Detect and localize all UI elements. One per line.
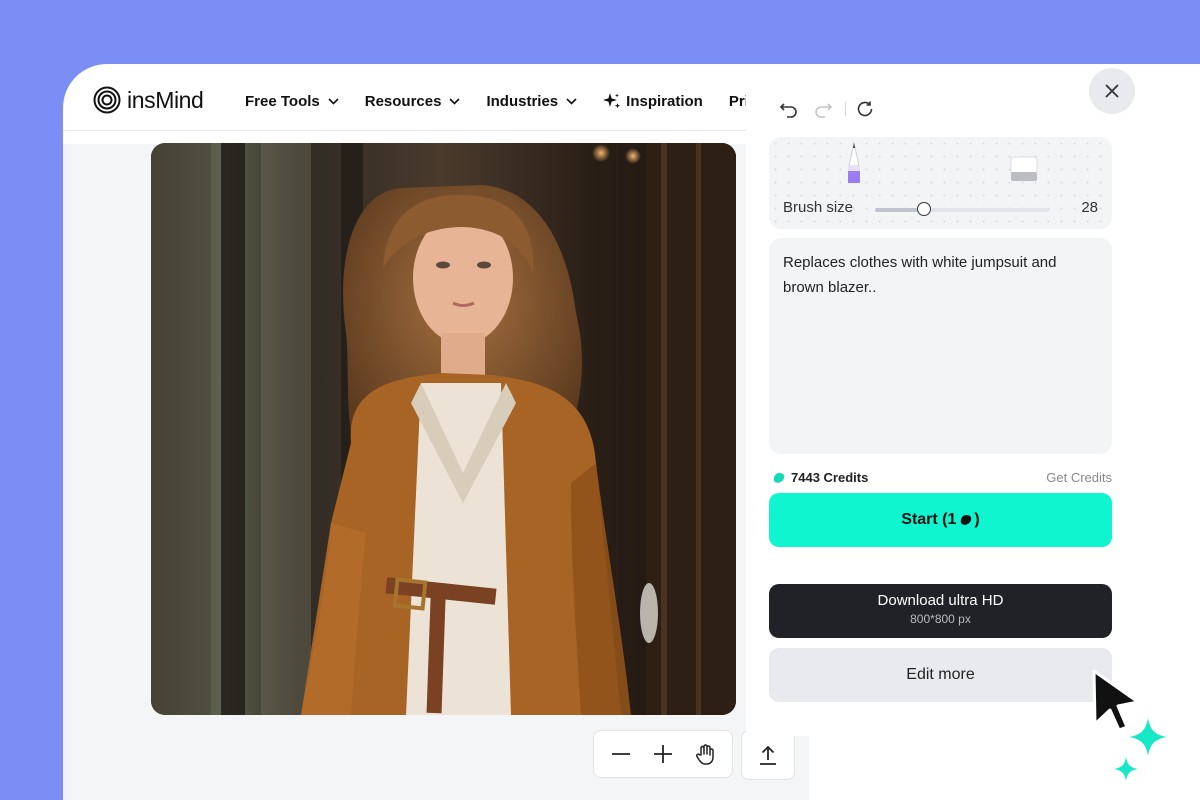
brand-name: insMind (127, 86, 204, 113)
brand-logo[interactable]: insMind (93, 86, 204, 114)
toolbar-divider (845, 102, 846, 116)
download-ultra-hd-button[interactable]: Download ultra HD 800*800 px (769, 584, 1112, 638)
get-credits-link[interactable]: Get Credits (1010, 470, 1112, 485)
zoom-toolbar (593, 730, 733, 778)
chevron-down-icon (328, 97, 339, 105)
credits-balance: 7443 Credits (772, 470, 868, 485)
brush-tool-icon[interactable] (843, 142, 865, 184)
upload-icon (760, 745, 776, 765)
edit-more-button[interactable]: Edit more (769, 648, 1112, 702)
brush-size-slider[interactable] (875, 202, 1049, 216)
insmind-logo-icon (93, 86, 121, 114)
brush-size-label: Brush size (783, 199, 854, 216)
top-navigation: insMind Free Tools Resources Industries (63, 64, 815, 131)
nav-industries-label: Industries (486, 92, 559, 110)
credits-label: 7443 Credits (791, 470, 869, 485)
edit-more-label: Edit more (906, 666, 975, 683)
download-label: Download ultra HD (877, 592, 1004, 609)
start-label-suffix: ) (974, 511, 980, 528)
download-resolution: 800*800 px (910, 612, 971, 626)
zoom-in-icon[interactable] (652, 743, 674, 765)
nav-resources[interactable]: Resources (365, 93, 461, 110)
nav-inspiration-label: Inspiration (626, 92, 703, 110)
start-button[interactable]: Start (1 ) (769, 493, 1112, 547)
close-button[interactable] (1089, 68, 1135, 114)
credit-bean-icon (773, 472, 785, 483)
brush-settings: Brush size 28 (769, 137, 1112, 229)
eraser-tool-icon[interactable] (1009, 154, 1039, 182)
brush-size-handle[interactable] (916, 202, 931, 216)
sparkle-icon (603, 93, 621, 109)
redo-icon[interactable] (813, 100, 833, 118)
history-toolbar (779, 100, 874, 118)
credit-bean-icon (961, 515, 972, 525)
zoom-out-icon[interactable] (610, 743, 632, 765)
undo-icon[interactable] (779, 100, 799, 118)
prompt-text: Replaces clothes with white jumpsuit and… (783, 254, 1057, 296)
brush-size-value: 28 (1081, 199, 1098, 216)
prompt-textarea[interactable]: Replaces clothes with white jumpsuit and… (769, 238, 1112, 454)
reset-icon[interactable] (856, 100, 874, 118)
nav-resources-label: Resources (364, 92, 442, 110)
nav-free-tools[interactable]: Free Tools (245, 93, 339, 110)
close-icon (1105, 84, 1119, 98)
chevron-down-icon (566, 97, 577, 105)
hand-pan-icon[interactable] (694, 743, 716, 765)
nav-free-tools-label: Free Tools (245, 92, 320, 110)
nav-inspiration[interactable]: Inspiration (603, 92, 703, 110)
export-button[interactable] (741, 730, 795, 780)
edited-photo[interactable] (151, 143, 736, 715)
chevron-down-icon (449, 97, 461, 105)
sparkle-icon (1114, 757, 1138, 781)
nav-industries[interactable]: Industries (486, 93, 577, 110)
start-label-prefix: Start (1 (901, 511, 957, 528)
sparkle-icon (1129, 718, 1167, 756)
